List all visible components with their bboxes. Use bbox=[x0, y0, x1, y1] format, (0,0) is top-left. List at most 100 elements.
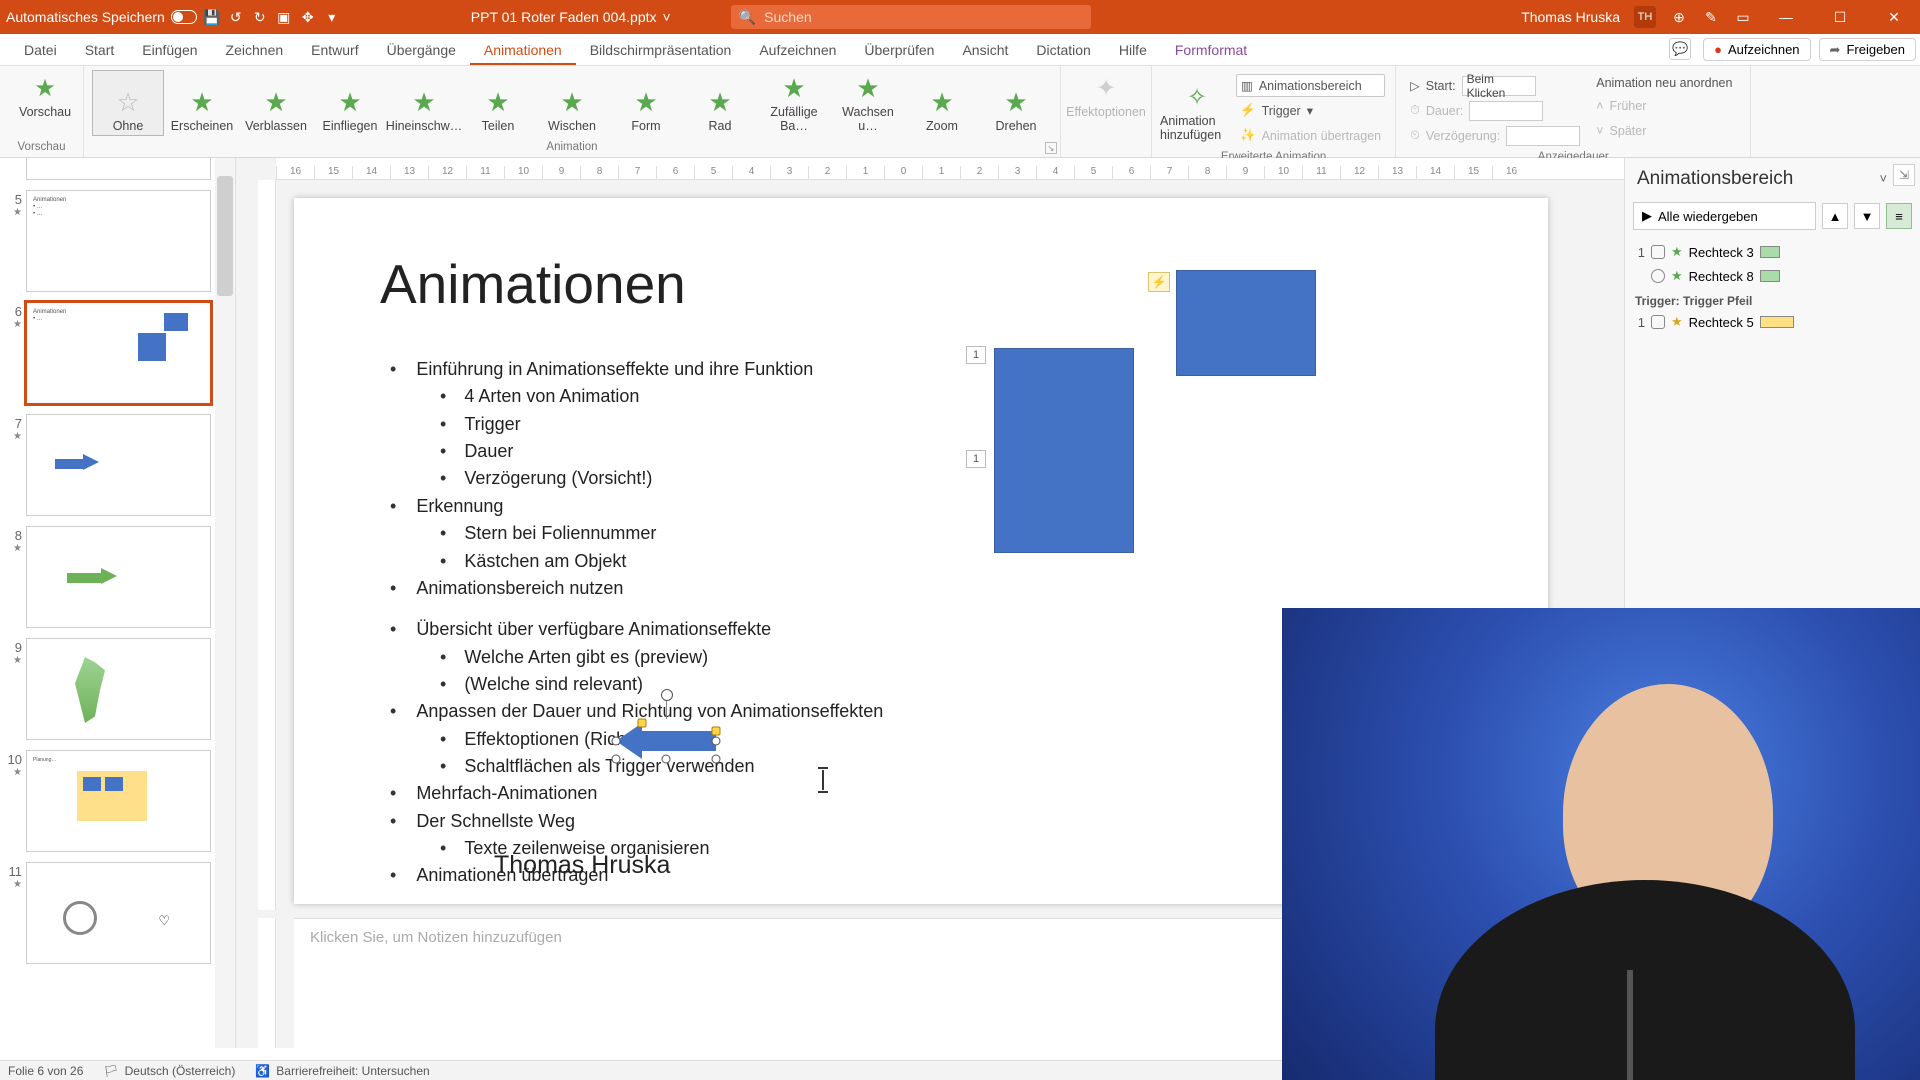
animation-dialog-launcher[interactable]: ↘ bbox=[1045, 142, 1057, 154]
status-accessibility[interactable]: ♿ Barrierefreiheit: Untersuchen bbox=[255, 1064, 429, 1078]
thumbnail-10[interactable]: Planung… bbox=[26, 750, 211, 852]
thumbnail-6[interactable]: Animationen• … bbox=[26, 302, 211, 404]
record-button[interactable]: Aufzeichnen bbox=[1703, 38, 1810, 61]
slide-title[interactable]: Animationen bbox=[380, 252, 686, 316]
filename[interactable]: PPT 01 Roter Faden 004.pptx ˅ bbox=[471, 9, 671, 25]
gallery-drehen[interactable]: ★Drehen bbox=[980, 70, 1052, 136]
animation-tag-1b[interactable]: 1 bbox=[966, 450, 986, 468]
timeline-bar bbox=[1760, 316, 1794, 328]
search-box[interactable]: 🔍 bbox=[731, 5, 1091, 29]
user-name[interactable]: Thomas Hruska bbox=[1521, 9, 1620, 25]
tab-ansicht[interactable]: Ansicht bbox=[948, 34, 1022, 65]
status-slide[interactable]: Folie 6 von 26 bbox=[8, 1064, 83, 1078]
tab-zeichnen[interactable]: Zeichnen bbox=[212, 34, 298, 65]
redo-icon[interactable]: ↻ bbox=[251, 8, 269, 26]
comments-button[interactable]: 💬 bbox=[1669, 38, 1691, 60]
gallery-ohne[interactable]: ☆Ohne bbox=[92, 70, 164, 136]
shape-trigger-pfeil[interactable] bbox=[616, 723, 716, 759]
autosave-label: Automatisches Speichern bbox=[6, 9, 165, 25]
tab-aufzeichnen[interactable]: Aufzeichnen bbox=[745, 34, 850, 65]
present-from-start-icon[interactable]: ▣ bbox=[275, 8, 293, 26]
tab-start[interactable]: Start bbox=[71, 34, 129, 65]
search-input[interactable] bbox=[764, 9, 1083, 25]
thumbnail-11[interactable]: ♡ bbox=[26, 862, 211, 964]
animation-tag-1a[interactable]: 1 bbox=[966, 346, 986, 364]
pen-icon[interactable]: ✎ bbox=[1702, 8, 1720, 26]
share-button[interactable]: Freigeben bbox=[1819, 38, 1916, 61]
gallery-wischen[interactable]: ★Wischen bbox=[536, 70, 608, 136]
undo-icon[interactable]: ↺ bbox=[227, 8, 245, 26]
gallery-form[interactable]: ★Form bbox=[610, 70, 682, 136]
play-all-button[interactable]: ▶ Alle wiedergeben bbox=[1633, 202, 1816, 230]
gallery-wachsenu[interactable]: ★Wachsen u… bbox=[832, 70, 904, 136]
tab-datei[interactable]: Datei bbox=[10, 34, 71, 65]
tab-überprüfen[interactable]: Überprüfen bbox=[850, 34, 948, 65]
gallery-zoom[interactable]: ★Zoom bbox=[906, 70, 978, 136]
slide-author[interactable]: Thomas Hruska bbox=[494, 851, 670, 880]
anim-item-rechteck-8[interactable]: ★Rechteck 8▼ bbox=[1633, 264, 1912, 288]
star-icon: ☆ bbox=[116, 85, 139, 119]
animation-list[interactable]: 1★Rechteck 3▼★Rechteck 8▼Trigger: Trigge… bbox=[1625, 236, 1920, 338]
mouse-click-icon bbox=[1651, 315, 1665, 329]
tab-hilfe[interactable]: Hilfe bbox=[1105, 34, 1161, 65]
move-up-button[interactable]: ▲ bbox=[1822, 203, 1848, 229]
tab-bildschirmpräsentation[interactable]: Bildschirmpräsentation bbox=[576, 34, 746, 65]
gallery-teilen[interactable]: ★Teilen bbox=[462, 70, 534, 136]
slide-body[interactable]: Einführung in Animationseffekte und ihre… bbox=[390, 356, 883, 890]
add-animation-button[interactable]: ✧ Animation hinzufügen bbox=[1160, 70, 1234, 151]
trigger-button[interactable]: ⚡ Trigger ▾ bbox=[1236, 99, 1385, 122]
thumbnail-4[interactable] bbox=[26, 158, 211, 180]
user-avatar[interactable]: TH bbox=[1634, 6, 1656, 28]
touch-mode-icon[interactable]: ✥ bbox=[299, 8, 317, 26]
slide-thumbnails[interactable]: 5★Animationen• …• …6★Animationen• …7★8★9… bbox=[0, 158, 236, 1048]
duration-combo bbox=[1469, 101, 1543, 121]
shape-rechteck-8[interactable] bbox=[1176, 270, 1316, 376]
window-layout-icon[interactable]: ▭ bbox=[1734, 8, 1752, 26]
autosave-toggle[interactable] bbox=[171, 10, 197, 24]
timeline-bar bbox=[1760, 246, 1780, 258]
status-language[interactable]: 🏳 Deutsch (Österreich) bbox=[103, 1064, 235, 1078]
thumbnail-8[interactable] bbox=[26, 526, 211, 628]
anim-item-rechteck-5[interactable]: 1★Rechteck 5▼ bbox=[1633, 310, 1912, 334]
trigger-indicator-icon[interactable]: ⚡ bbox=[1148, 272, 1170, 292]
shape-rechteck-3[interactable] bbox=[994, 348, 1134, 553]
tab-dictation[interactable]: Dictation bbox=[1022, 34, 1104, 65]
close-button[interactable]: ✕ bbox=[1874, 0, 1914, 34]
start-combo[interactable]: Beim Klicken bbox=[1462, 76, 1536, 96]
timing-start-row[interactable]: ▷ Start: Beim Klicken bbox=[1406, 74, 1584, 97]
globe-icon[interactable]: ⊕ bbox=[1670, 8, 1688, 26]
tab-einfügen[interactable]: Einfügen bbox=[128, 34, 211, 65]
gallery-einfliegen[interactable]: ★Einfliegen bbox=[314, 70, 386, 136]
add-animation-icon: ✧ bbox=[1187, 83, 1207, 112]
gallery-hineinschw[interactable]: ★Hineinschw… bbox=[388, 70, 460, 136]
preview-button[interactable]: ★ Vorschau bbox=[8, 70, 82, 119]
tab-animationen[interactable]: Animationen bbox=[470, 34, 576, 65]
thumbnail-9[interactable] bbox=[26, 638, 211, 740]
sidebar-pin-icon[interactable]: ⇲ bbox=[1893, 164, 1915, 186]
reorder-header: Animation neu anordnen bbox=[1592, 74, 1736, 92]
rotate-handle[interactable] bbox=[666, 699, 667, 719]
gallery-rad[interactable]: ★Rad bbox=[684, 70, 756, 136]
maximize-button[interactable]: ☐ bbox=[1820, 0, 1860, 34]
gallery-zuflligeba[interactable]: ★Zufällige Ba… bbox=[758, 70, 830, 136]
star-icon: ★ bbox=[190, 85, 213, 119]
tab-formformat[interactable]: Formformat bbox=[1161, 34, 1261, 65]
timeline-view-button[interactable]: ≡ bbox=[1886, 203, 1912, 229]
gallery-erscheinen[interactable]: ★Erscheinen bbox=[166, 70, 238, 136]
pane-dropdown-icon[interactable]: ˅ bbox=[1880, 171, 1888, 187]
thumbnails-scrollbar[interactable] bbox=[215, 158, 235, 1048]
thumbnail-5[interactable]: Animationen• …• … bbox=[26, 190, 211, 292]
tab-entwurf[interactable]: Entwurf bbox=[297, 34, 372, 65]
gallery-verblassen[interactable]: ★Verblassen bbox=[240, 70, 312, 136]
save-icon[interactable]: 💾 bbox=[203, 8, 221, 26]
search-icon: 🔍 bbox=[739, 9, 756, 26]
trigger-section-header: Trigger: Trigger Pfeil bbox=[1633, 288, 1912, 310]
qat-more-icon[interactable]: ▾ bbox=[323, 8, 341, 26]
tab-übergänge[interactable]: Übergänge bbox=[373, 34, 470, 65]
move-down-button[interactable]: ▼ bbox=[1854, 203, 1880, 229]
anim-item-rechteck-3[interactable]: 1★Rechteck 3▼ bbox=[1633, 240, 1912, 264]
animation-pane-button[interactable]: ▥ Animationsbereich bbox=[1236, 74, 1385, 97]
thumbnail-7[interactable] bbox=[26, 414, 211, 516]
minimize-button[interactable]: — bbox=[1766, 0, 1806, 34]
animation-gallery[interactable]: ☆Ohne★Erscheinen★Verblassen★Einfliegen★H… bbox=[92, 70, 1052, 136]
